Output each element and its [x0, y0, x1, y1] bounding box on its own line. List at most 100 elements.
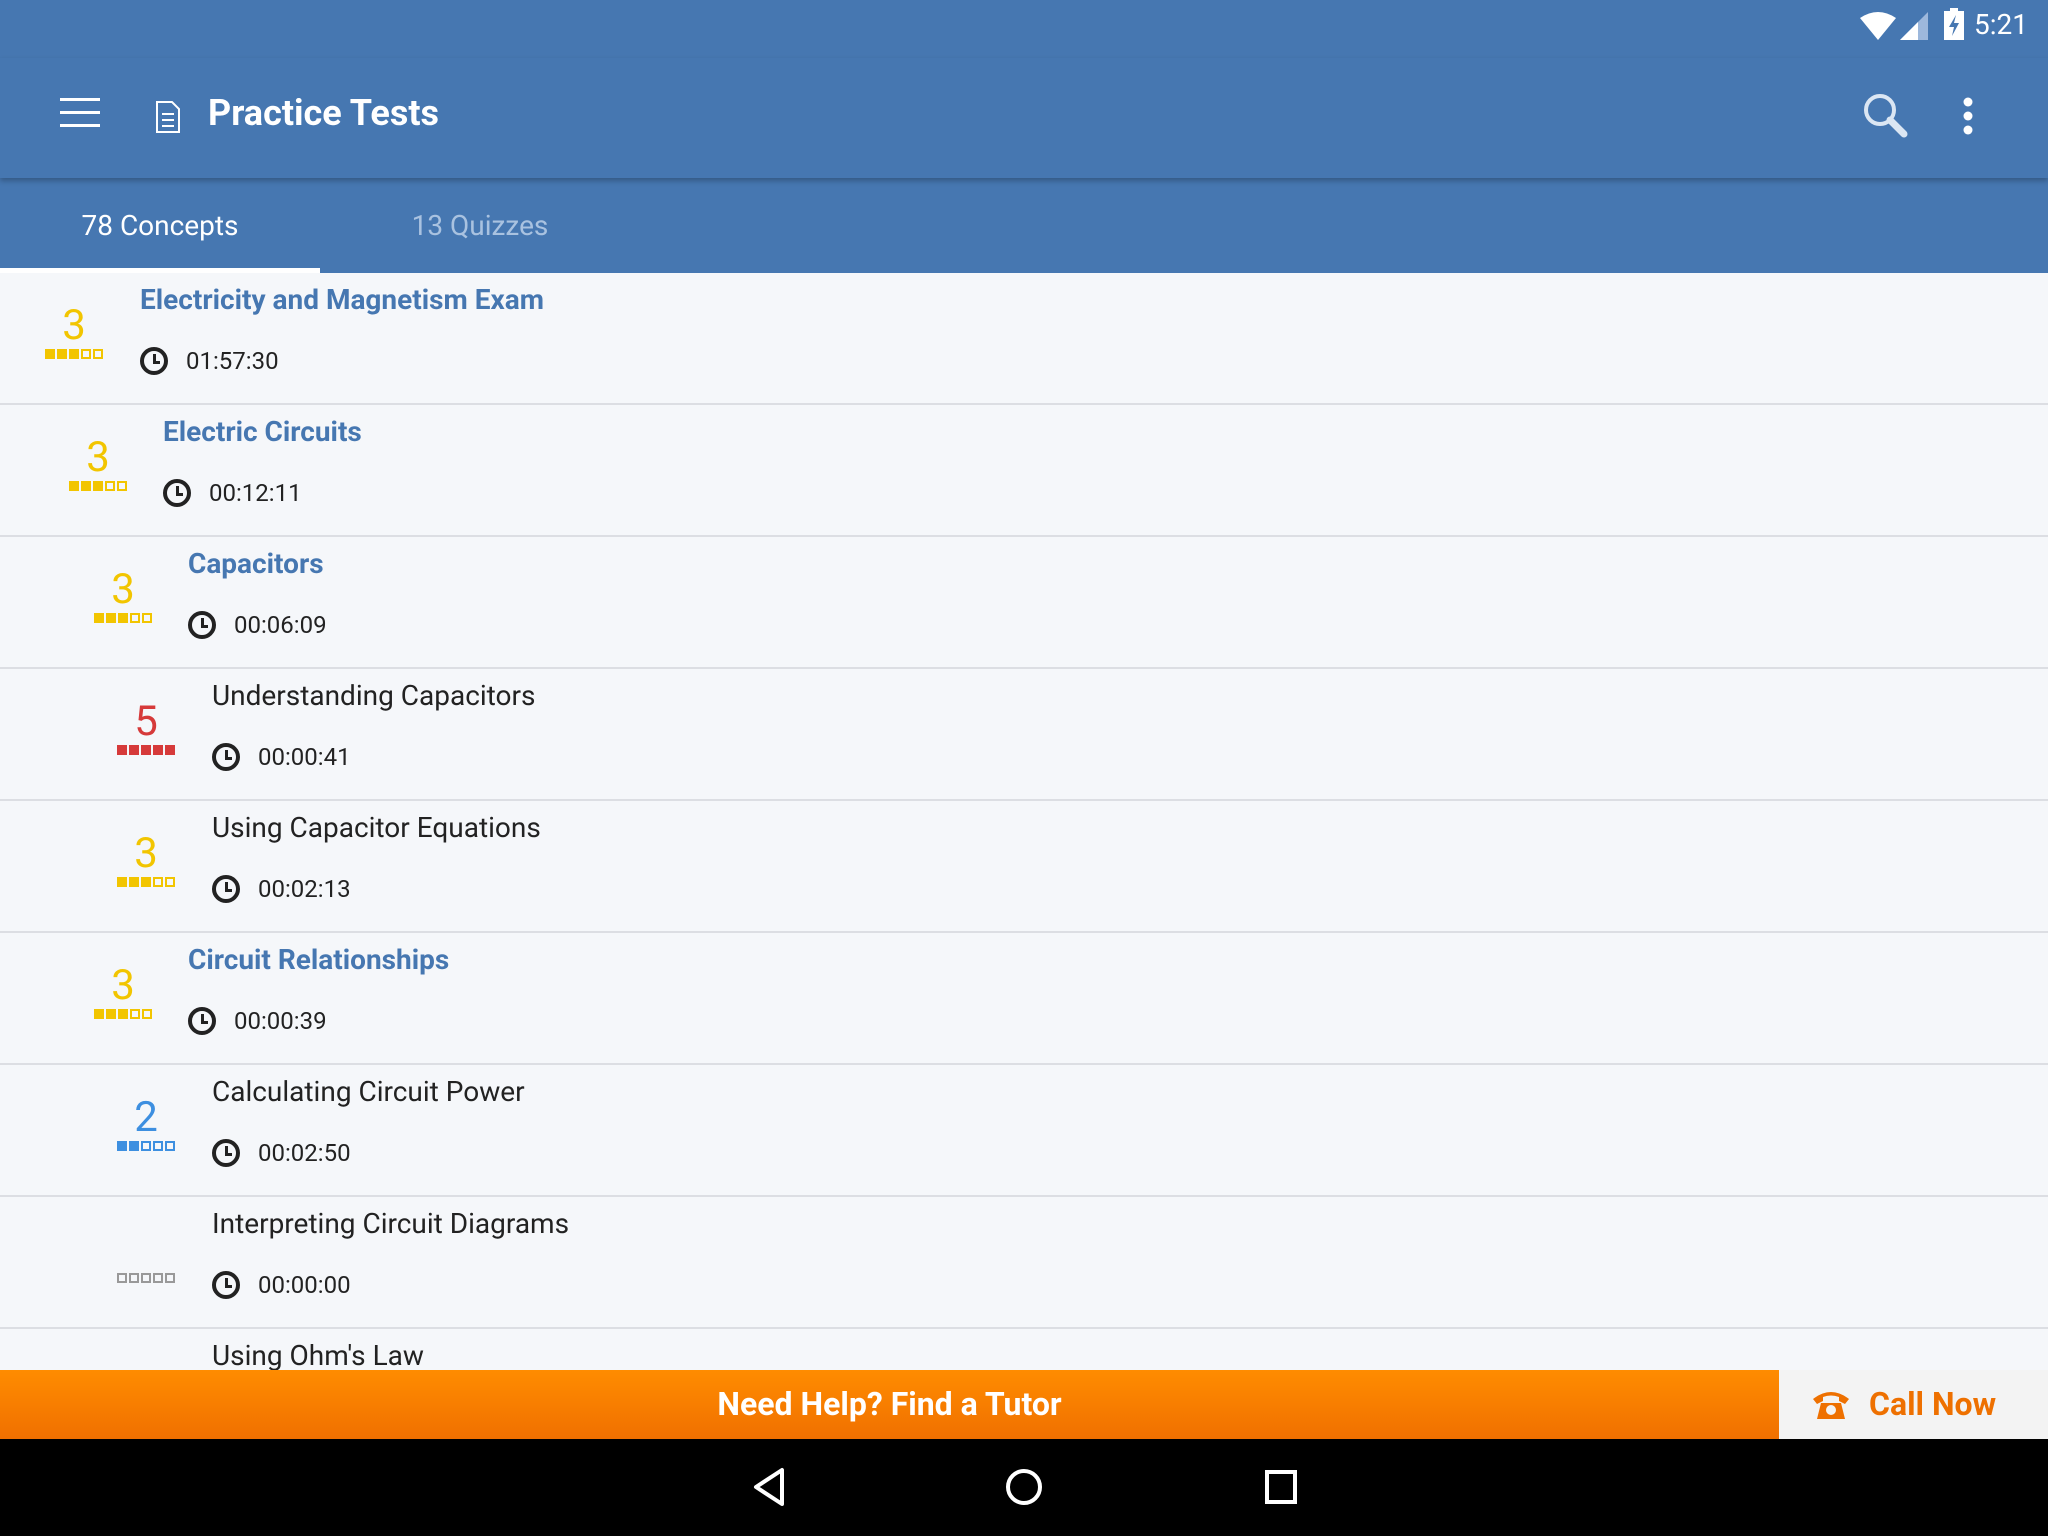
score-box	[141, 1141, 151, 1151]
score-box	[129, 1141, 139, 1151]
clock-icon	[188, 611, 216, 639]
time-value: 00:02:50	[258, 1139, 351, 1167]
score-badge: 3	[88, 965, 158, 1019]
score-value: 2	[134, 1093, 158, 1142]
score-value: 3	[134, 829, 158, 878]
score-box	[117, 745, 127, 755]
status-bar: 5:21	[0, 0, 2048, 58]
search-icon[interactable]	[1862, 92, 1910, 140]
battery-charging-icon	[1944, 8, 1964, 40]
menu-icon[interactable]	[60, 98, 100, 128]
score-box	[45, 349, 55, 359]
list-item[interactable]: 3 Using Capacitor Equations 00:02:13	[0, 801, 2048, 933]
score-box	[105, 481, 115, 491]
item-time: 00:00:00	[212, 1271, 351, 1299]
score-box	[130, 1009, 140, 1019]
score-box	[165, 1141, 175, 1151]
score-box	[153, 877, 163, 887]
score-box	[165, 745, 175, 755]
score-box	[165, 877, 175, 887]
call-now-button[interactable]: Call Now	[1779, 1370, 2048, 1439]
score-box	[69, 349, 79, 359]
score-box	[129, 745, 139, 755]
clock-icon	[212, 743, 240, 771]
score-box	[93, 481, 103, 491]
score-value: 3	[86, 433, 110, 482]
score-boxes	[63, 481, 133, 491]
score-boxes	[88, 613, 158, 623]
score-value: 5	[134, 697, 158, 746]
score-box	[129, 877, 139, 887]
score-badge: 5	[111, 701, 181, 755]
score-box	[142, 1009, 152, 1019]
score-box	[165, 1273, 175, 1283]
list-item[interactable]: 3 Electricity and Magnetism Exam 01:57:3…	[0, 273, 2048, 405]
score-box	[153, 745, 163, 755]
score-box	[57, 349, 67, 359]
score-value	[111, 1229, 181, 1271]
score-boxes	[88, 1009, 158, 1019]
item-title: Calculating Circuit Power	[212, 1075, 525, 1108]
time-value: 01:57:30	[186, 347, 279, 375]
score-value: 3	[111, 565, 135, 614]
clock-icon	[212, 1271, 240, 1299]
score-badge: 3	[39, 305, 109, 359]
list-item[interactable]: Interpreting Circuit Diagrams 00:00:00	[0, 1197, 2048, 1329]
list-item[interactable]: 2 Calculating Circuit Power 00:02:50	[0, 1065, 2048, 1197]
item-time: 00:00:39	[188, 1007, 327, 1035]
phone-icon	[1813, 1391, 1849, 1419]
back-icon[interactable]	[752, 1467, 786, 1507]
item-title: Electricity and Magnetism Exam	[140, 283, 544, 316]
score-value: 3	[62, 301, 86, 350]
item-title: Interpreting Circuit Diagrams	[212, 1207, 570, 1240]
score-box	[117, 1141, 127, 1151]
score-badge: 3	[63, 437, 133, 491]
item-title: Electric Circuits	[163, 415, 362, 448]
item-time: 00:02:13	[212, 875, 351, 903]
score-box	[69, 481, 79, 491]
score-boxes	[111, 745, 181, 755]
score-box	[153, 1141, 163, 1151]
signal-icon	[1900, 12, 1928, 40]
score-box	[130, 613, 140, 623]
item-title: Using Ohm's Law	[212, 1339, 424, 1372]
find-tutor-button[interactable]: Need Help? Find a Tutor	[0, 1370, 1779, 1439]
document-icon	[156, 101, 180, 133]
clock-icon	[212, 1139, 240, 1167]
score-badge: 3	[88, 569, 158, 623]
time-value: 00:00:39	[234, 1007, 327, 1035]
time-value: 00:12:11	[209, 479, 302, 507]
home-icon[interactable]	[1004, 1467, 1044, 1507]
score-box	[141, 745, 151, 755]
score-box	[81, 349, 91, 359]
score-box	[106, 613, 116, 623]
clock-icon	[140, 347, 168, 375]
score-box	[129, 1273, 139, 1283]
tab-concepts[interactable]: 78 Concepts	[0, 178, 320, 273]
item-time: 00:02:50	[212, 1139, 351, 1167]
time-value: 00:00:00	[258, 1271, 351, 1299]
app-bar: Practice Tests	[0, 58, 2048, 178]
score-box	[93, 349, 103, 359]
list-item[interactable]: 5 Understanding Capacitors 00:00:41	[0, 669, 2048, 801]
list-item[interactable]: 3 Electric Circuits 00:12:11	[0, 405, 2048, 537]
time-value: 00:02:13	[258, 875, 351, 903]
score-box	[153, 1273, 163, 1283]
list-item[interactable]: 3 Capacitors 00:06:09	[0, 537, 2048, 669]
item-time: 00:00:41	[212, 743, 351, 771]
more-vert-icon[interactable]	[1962, 96, 1974, 136]
score-boxes	[111, 1141, 181, 1151]
score-badge: 2	[111, 1097, 181, 1151]
clock-icon	[188, 1007, 216, 1035]
item-title: Capacitors	[188, 547, 324, 580]
score-value: 3	[111, 961, 135, 1010]
score-boxes	[111, 877, 181, 887]
item-title: Understanding Capacitors	[212, 679, 536, 712]
list-item[interactable]: 3 Circuit Relationships 00:00:39	[0, 933, 2048, 1065]
tab-quizzes[interactable]: 13 Quizzes	[320, 178, 640, 273]
score-box	[118, 613, 128, 623]
recents-icon[interactable]	[1264, 1467, 1298, 1507]
score-box	[141, 877, 151, 887]
wifi-icon	[1860, 12, 1896, 40]
navigation-bar	[0, 1439, 2048, 1536]
